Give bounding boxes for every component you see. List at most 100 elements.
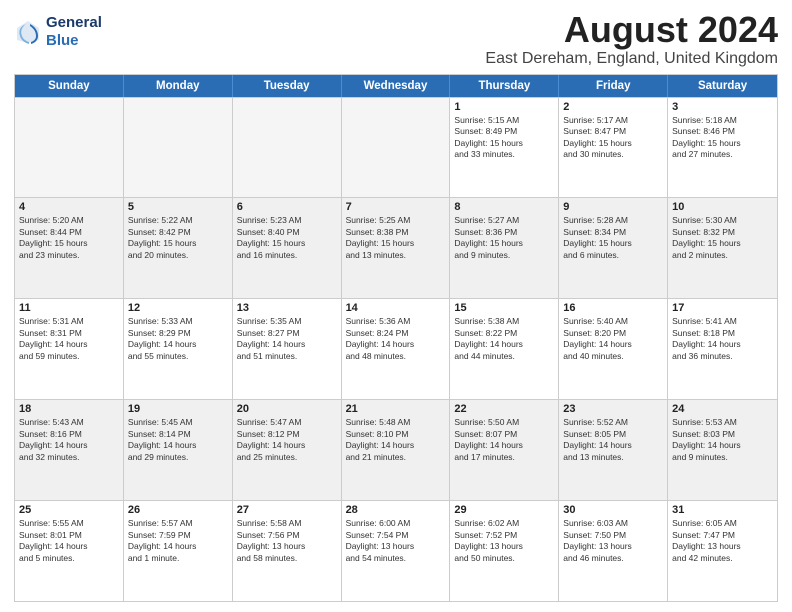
calendar-week-3: 11 Sunrise: 5:31 AM Sunset: 8:31 PM Dayli… [15,298,777,399]
calendar-cell: 21Sunrise: 5:48 AM Sunset: 8:10 PM Dayli… [342,400,451,500]
day-number: 19 [128,403,228,415]
day-number: 18 [19,403,119,415]
calendar-cell: 30 Sunrise: 6:03 AM Sunset: 7:50 PM Dayli… [559,501,668,601]
calendar-header-friday: Friday [559,75,668,97]
calendar-cell: 25 Sunrise: 5:55 AM Sunset: 8:01 PM Dayli… [15,501,124,601]
calendar-header-saturday: Saturday [668,75,777,97]
day-info: Sunrise: 5:25 AM Sunset: 8:38 PM Dayligh… [346,215,446,261]
calendar-cell: 18 Sunrise: 5:43 AM Sunset: 8:16 PM Dayli… [15,400,124,500]
calendar-cell: 2 Sunrise: 5:17 AM Sunset: 8:47 PM Daylig… [559,98,668,198]
day-info: Sunrise: 5:38 AM Sunset: 8:22 PM Dayligh… [454,316,554,362]
title-block: August 2024 East Dereham, England, Unite… [485,10,778,68]
day-info: Sunrise: 5:55 AM Sunset: 8:01 PM Dayligh… [19,518,119,564]
calendar-cell [15,98,124,198]
logo-icon [14,18,42,46]
calendar-week-4: 18 Sunrise: 5:43 AM Sunset: 8:16 PM Dayli… [15,399,777,500]
header: General Blue August 2024 East Dereham, E… [14,10,778,68]
day-number: 22 [454,403,554,415]
calendar-body: 1 Sunrise: 5:15 AM Sunset: 8:49 PM Daylig… [15,97,777,601]
day-info: Sunrise: 5:20 AM Sunset: 8:44 PM Dayligh… [19,215,119,261]
calendar-cell: 8 Sunrise: 5:27 AM Sunset: 8:36 PM Daylig… [450,198,559,298]
day-info: Sunrise: 5:57 AM Sunset: 7:59 PM Dayligh… [128,518,228,564]
day-info: Sunrise: 5:58 AM Sunset: 7:56 PM Dayligh… [237,518,337,564]
day-number: 14 [346,302,446,314]
day-info: Sunrise: 5:15 AM Sunset: 8:49 PM Dayligh… [454,115,554,161]
calendar-cell: 17Sunrise: 5:41 AM Sunset: 8:18 PM Dayli… [668,299,777,399]
day-number: 7 [346,201,446,213]
day-info: Sunrise: 5:18 AM Sunset: 8:46 PM Dayligh… [672,115,773,161]
day-info: Sunrise: 5:40 AM Sunset: 8:20 PM Dayligh… [563,316,663,362]
day-info: Sunrise: 6:02 AM Sunset: 7:52 PM Dayligh… [454,518,554,564]
page: General Blue August 2024 East Dereham, E… [0,0,792,612]
calendar-cell: 28 Sunrise: 6:00 AM Sunset: 7:54 PM Dayli… [342,501,451,601]
day-info: Sunrise: 5:28 AM Sunset: 8:34 PM Dayligh… [563,215,663,261]
day-number: 24 [672,403,773,415]
calendar-cell: 26 Sunrise: 5:57 AM Sunset: 7:59 PM Dayli… [124,501,233,601]
day-info: Sunrise: 5:43 AM Sunset: 8:16 PM Dayligh… [19,417,119,463]
day-info: Sunrise: 5:45 AM Sunset: 8:14 PM Dayligh… [128,417,228,463]
day-number: 8 [454,201,554,213]
day-number: 5 [128,201,228,213]
day-number: 31 [672,504,773,516]
day-info: Sunrise: 6:03 AM Sunset: 7:50 PM Dayligh… [563,518,663,564]
calendar-cell: 3 Sunrise: 5:18 AM Sunset: 8:46 PM Daylig… [668,98,777,198]
calendar-week-5: 25 Sunrise: 5:55 AM Sunset: 8:01 PM Dayli… [15,500,777,601]
calendar-header-row: SundayMondayTuesdayWednesdayThursdayFrid… [15,75,777,97]
calendar-cell: 12Sunrise: 5:33 AM Sunset: 8:29 PM Dayli… [124,299,233,399]
calendar-header-thursday: Thursday [450,75,559,97]
day-number: 17 [672,302,773,314]
calendar-cell [233,98,342,198]
day-number: 20 [237,403,337,415]
calendar-cell [124,98,233,198]
calendar-cell: 13Sunrise: 5:35 AM Sunset: 8:27 PM Dayli… [233,299,342,399]
day-number: 26 [128,504,228,516]
day-number: 10 [672,201,773,213]
calendar-header-sunday: Sunday [15,75,124,97]
calendar-cell: 14 Sunrise: 5:36 AM Sunset: 8:24 PM Dayli… [342,299,451,399]
day-info: Sunrise: 5:30 AM Sunset: 8:32 PM Dayligh… [672,215,773,261]
day-info: Sunrise: 5:31 AM Sunset: 8:31 PM Dayligh… [19,316,119,362]
day-number: 28 [346,504,446,516]
calendar-cell: 20Sunrise: 5:47 AM Sunset: 8:12 PM Dayli… [233,400,342,500]
calendar-cell: 10 Sunrise: 5:30 AM Sunset: 8:32 PM Dayli… [668,198,777,298]
day-number: 1 [454,101,554,113]
day-info: Sunrise: 5:27 AM Sunset: 8:36 PM Dayligh… [454,215,554,261]
calendar-cell: 9 Sunrise: 5:28 AM Sunset: 8:34 PM Daylig… [559,198,668,298]
calendar-cell: 29Sunrise: 6:02 AM Sunset: 7:52 PM Dayli… [450,501,559,601]
calendar-cell: 1 Sunrise: 5:15 AM Sunset: 8:49 PM Daylig… [450,98,559,198]
day-info: Sunrise: 5:52 AM Sunset: 8:05 PM Dayligh… [563,417,663,463]
day-number: 9 [563,201,663,213]
day-number: 23 [563,403,663,415]
day-info: Sunrise: 5:36 AM Sunset: 8:24 PM Dayligh… [346,316,446,362]
logo: General Blue [14,14,102,50]
calendar-cell: 23 Sunrise: 5:52 AM Sunset: 8:05 PM Dayli… [559,400,668,500]
day-number: 16 [563,302,663,314]
day-info: Sunrise: 5:17 AM Sunset: 8:47 PM Dayligh… [563,115,663,161]
calendar-cell: 19 Sunrise: 5:45 AM Sunset: 8:14 PM Dayli… [124,400,233,500]
calendar-header-monday: Monday [124,75,233,97]
calendar-cell: 7 Sunrise: 5:25 AM Sunset: 8:38 PM Daylig… [342,198,451,298]
calendar-cell: 16 Sunrise: 5:40 AM Sunset: 8:20 PM Dayli… [559,299,668,399]
day-number: 25 [19,504,119,516]
day-number: 30 [563,504,663,516]
calendar-cell: 31Sunrise: 6:05 AM Sunset: 7:47 PM Dayli… [668,501,777,601]
day-info: Sunrise: 5:23 AM Sunset: 8:40 PM Dayligh… [237,215,337,261]
day-number: 2 [563,101,663,113]
sub-title: East Dereham, England, United Kingdom [485,50,778,68]
day-number: 6 [237,201,337,213]
day-number: 11 [19,302,119,314]
calendar-cell: 4 Sunrise: 5:20 AM Sunset: 8:44 PM Daylig… [15,198,124,298]
day-number: 3 [672,101,773,113]
day-number: 4 [19,201,119,213]
day-info: Sunrise: 5:48 AM Sunset: 8:10 PM Dayligh… [346,417,446,463]
day-number: 15 [454,302,554,314]
calendar-cell: 11 Sunrise: 5:31 AM Sunset: 8:31 PM Dayli… [15,299,124,399]
calendar-week-2: 4 Sunrise: 5:20 AM Sunset: 8:44 PM Daylig… [15,197,777,298]
calendar-cell [342,98,451,198]
calendar-cell: 5Sunrise: 5:22 AM Sunset: 8:42 PM Daylig… [124,198,233,298]
day-number: 12 [128,302,228,314]
calendar-header-tuesday: Tuesday [233,75,342,97]
day-info: Sunrise: 6:00 AM Sunset: 7:54 PM Dayligh… [346,518,446,564]
calendar: SundayMondayTuesdayWednesdayThursdayFrid… [14,74,778,602]
calendar-cell: 6 Sunrise: 5:23 AM Sunset: 8:40 PM Daylig… [233,198,342,298]
